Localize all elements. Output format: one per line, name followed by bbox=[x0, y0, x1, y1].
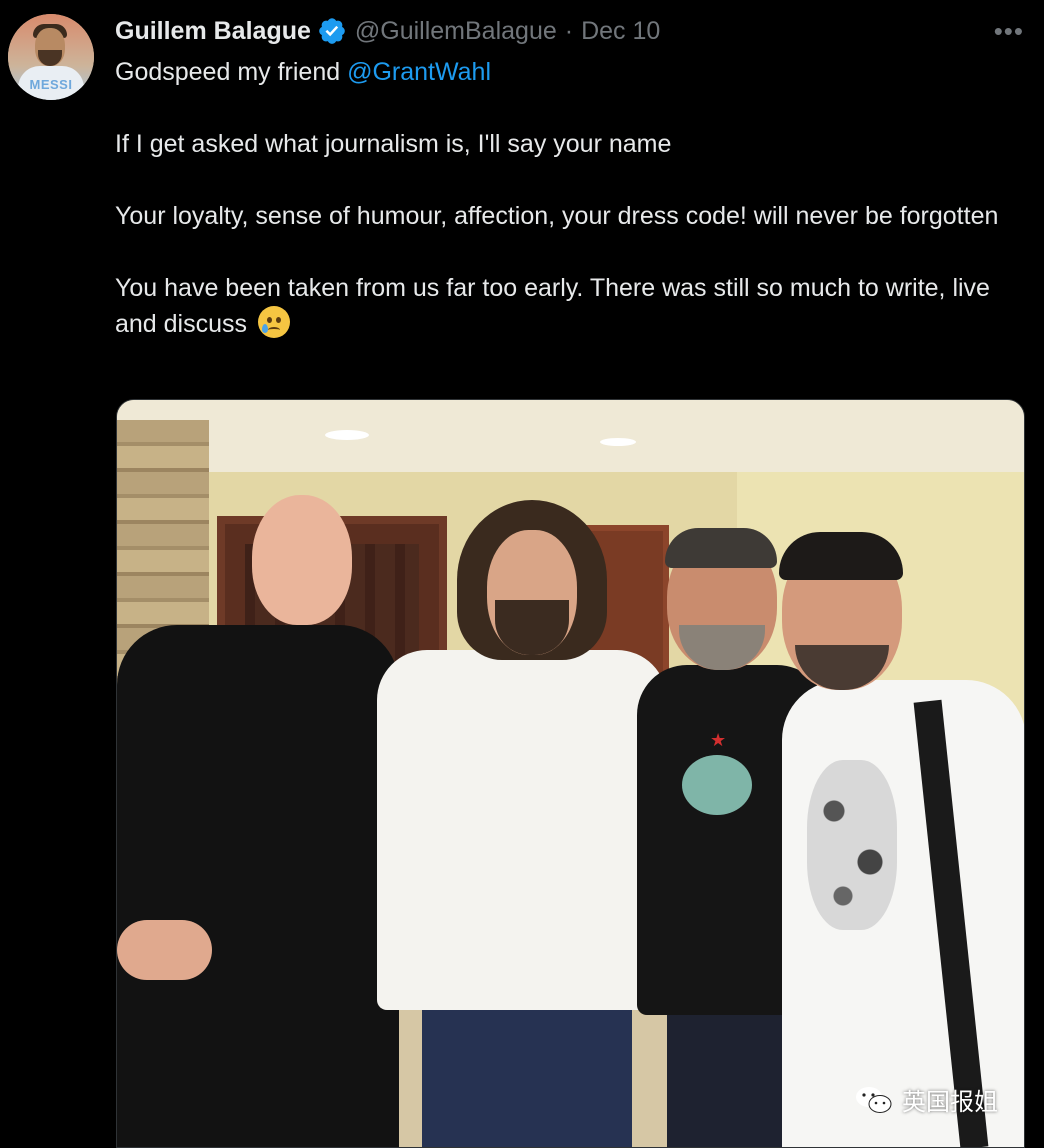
person-1-head bbox=[252, 495, 352, 625]
avatar[interactable]: MESSI bbox=[8, 14, 94, 100]
person-2-legs bbox=[422, 995, 632, 1147]
person-4-body bbox=[782, 680, 1024, 1147]
tweet-line-1: Godspeed my friend @GrantWahl bbox=[115, 54, 1025, 90]
tweet-text: Godspeed my friend @GrantWahl If I get a… bbox=[115, 54, 1025, 342]
photo-ceiling bbox=[117, 400, 1024, 472]
meta-separator: · bbox=[564, 16, 574, 45]
mention-link[interactable]: @GrantWahl bbox=[347, 58, 491, 86]
person-4-hair bbox=[779, 532, 903, 580]
person-1-body bbox=[117, 625, 399, 1147]
more-options-icon[interactable]: ••• bbox=[994, 18, 1024, 44]
person-3-hair bbox=[665, 528, 777, 568]
tweet-paragraph-4: You have been taken from us far too earl… bbox=[115, 270, 1025, 342]
tweet-line-1-text: Godspeed my friend bbox=[115, 58, 348, 86]
tweet-date[interactable]: Dec 10 bbox=[581, 17, 660, 46]
ceiling-light bbox=[600, 438, 636, 446]
sad-relieved-face-icon bbox=[257, 306, 290, 338]
author-handle[interactable]: @GuillemBalague bbox=[355, 17, 557, 46]
star-icon: ★ bbox=[710, 730, 727, 750]
avatar-shirt-text: MESSI bbox=[29, 77, 73, 92]
person-3-shirt-print bbox=[682, 755, 752, 815]
verified-badge-icon bbox=[319, 18, 345, 44]
tweet-photo[interactable]: ★ 英国报姐 bbox=[116, 399, 1025, 1148]
tweet-paragraph-4-text: You have been taken from us far too earl… bbox=[115, 274, 990, 338]
author-name[interactable]: Guillem Balague bbox=[115, 17, 311, 46]
ceiling-light bbox=[325, 430, 369, 440]
person-4-shirt-print bbox=[807, 760, 897, 930]
person-1-arm bbox=[117, 920, 212, 980]
tweet-paragraph-2: If I get asked what journalism is, I'll … bbox=[115, 130, 672, 158]
watermark-text: 英国报姐 bbox=[902, 1088, 998, 1116]
person-2-body bbox=[377, 650, 667, 1010]
tweet-paragraph-3: Your loyalty, sense of humour, affection… bbox=[115, 202, 999, 230]
tweet-header: Guillem Balague @GuillemBalague · Dec 10 bbox=[115, 14, 1024, 48]
wechat-icon bbox=[856, 1086, 892, 1113]
watermark: 英国报姐 bbox=[854, 1082, 998, 1117]
